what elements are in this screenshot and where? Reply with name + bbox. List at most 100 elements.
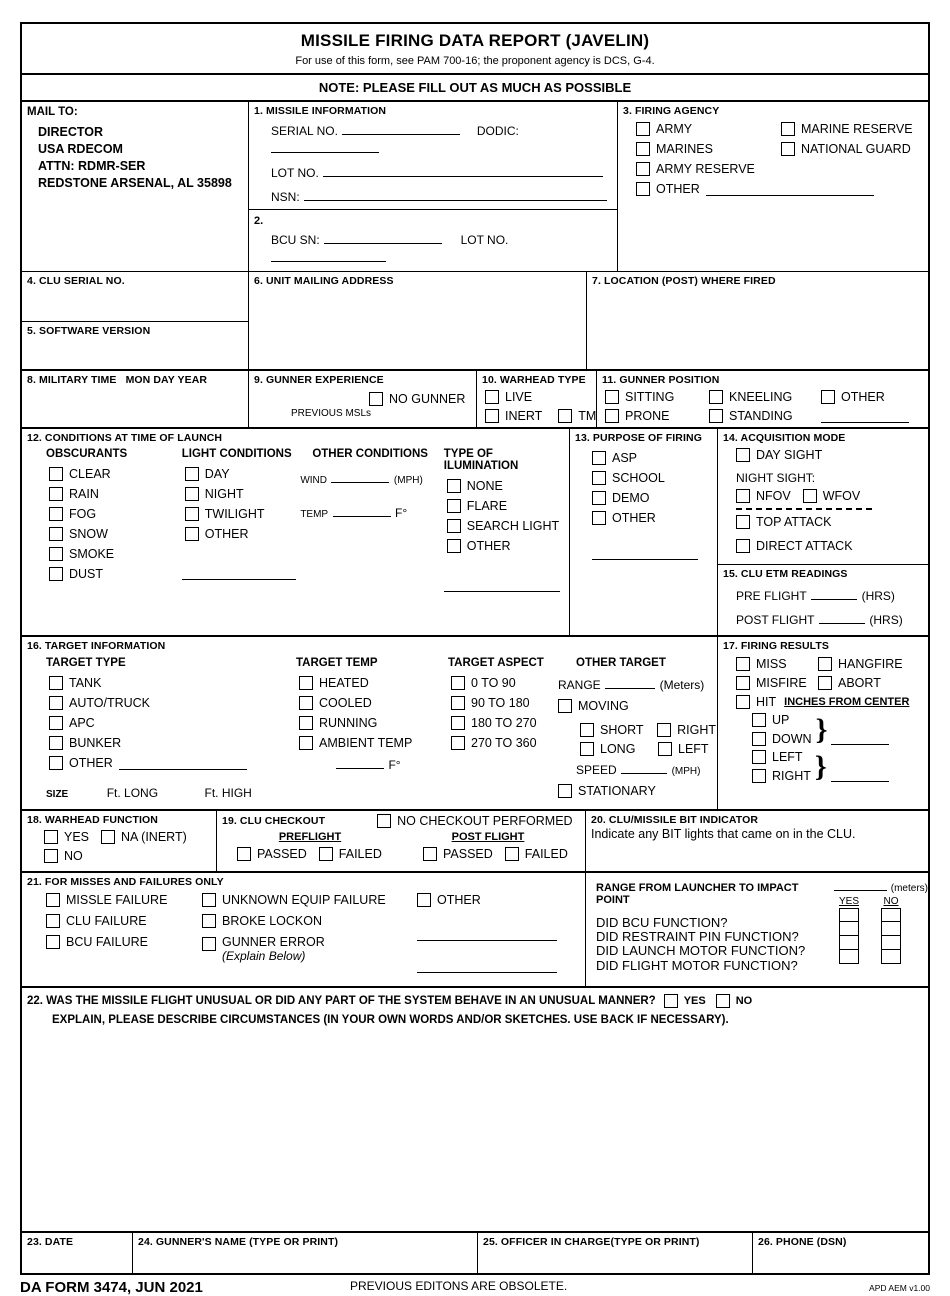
- light-other[interactable]: OTHER: [184, 527, 301, 541]
- obscurant-rain[interactable]: RAIN: [49, 487, 182, 501]
- section-5-software-version[interactable]: 5. SOFTWARE VERSION: [22, 322, 248, 369]
- checkbox-icon[interactable]: [184, 527, 199, 541]
- target-temp-input[interactable]: [336, 756, 384, 769]
- checkbox-icon[interactable]: [736, 539, 750, 553]
- light-other-input[interactable]: [181, 567, 296, 580]
- checkbox-icon[interactable]: [781, 142, 795, 156]
- checkbox-icon[interactable]: [657, 723, 672, 737]
- checkbox-icon[interactable]: [44, 849, 58, 863]
- position-other-input[interactable]: [821, 410, 909, 423]
- checkbox-icon[interactable]: [558, 784, 572, 798]
- section-4-clu-serial-no[interactable]: 4. CLU SERIAL NO.: [22, 272, 248, 322]
- checkbox-icon[interactable]: [818, 657, 832, 671]
- checkbox-icon[interactable]: [821, 390, 835, 404]
- firing-agency-army-reserve[interactable]: ARMY RESERVE: [636, 162, 928, 176]
- checkbox-icon[interactable]: [736, 695, 750, 709]
- target-other[interactable]: OTHER: [49, 756, 296, 770]
- wind-input[interactable]: [331, 470, 390, 483]
- target-apc[interactable]: APC: [49, 716, 296, 730]
- target-other-input[interactable]: [118, 757, 247, 770]
- checkbox-icon[interactable]: [592, 511, 606, 525]
- checkbox-icon[interactable]: [237, 847, 251, 861]
- failure-broke-lockon[interactable]: BROKE LOCKON: [202, 914, 417, 928]
- serial-no-input[interactable]: [342, 122, 461, 135]
- failure-clu[interactable]: CLU FAILURE: [46, 914, 202, 928]
- checkbox-icon[interactable]: [485, 409, 499, 423]
- launch-motor-yes[interactable]: [839, 936, 859, 950]
- purpose-other-input[interactable]: [592, 547, 698, 560]
- bcu-function-no[interactable]: [881, 908, 901, 922]
- checkbox-icon[interactable]: [299, 676, 313, 690]
- checkbox-icon[interactable]: [451, 696, 465, 710]
- checkbox-icon[interactable]: [446, 539, 461, 553]
- purpose-demo[interactable]: DEMO: [592, 491, 717, 505]
- checkbox-icon[interactable]: [818, 676, 832, 690]
- checkbox-icon[interactable]: [49, 716, 63, 730]
- obscurant-dust[interactable]: DUST: [49, 567, 182, 581]
- failure-gunner-error[interactable]: GUNNER ERROR (Explain Below): [202, 935, 417, 963]
- temp-running[interactable]: RUNNING: [299, 716, 448, 730]
- obscurant-smoke[interactable]: SMOKE: [49, 547, 182, 561]
- checkbox-icon[interactable]: [451, 716, 465, 730]
- checkbox-icon[interactable]: [592, 451, 606, 465]
- temp-cooled[interactable]: COOLED: [299, 696, 448, 710]
- illum-search-light[interactable]: SEARCH LIGHT: [446, 519, 569, 533]
- illum-flare[interactable]: FLARE: [446, 499, 569, 513]
- warhead-tm[interactable]: TM: [558, 409, 596, 423]
- warhead-live[interactable]: LIVE: [485, 390, 596, 404]
- checkbox-icon[interactable]: [46, 893, 60, 907]
- purpose-asp[interactable]: ASP: [592, 451, 717, 465]
- checkbox-icon[interactable]: [44, 830, 58, 844]
- checkbox-icon[interactable]: [709, 409, 723, 423]
- acq-top-attack[interactable]: TOP ATTACK: [736, 515, 831, 529]
- checkbox-icon[interactable]: [49, 547, 63, 561]
- aspect-90-180[interactable]: 90 TO 180: [451, 696, 558, 710]
- target-auto-truck[interactable]: AUTO/TRUCK: [49, 696, 296, 710]
- checkbox-icon[interactable]: [781, 122, 795, 136]
- checkbox-icon[interactable]: [369, 392, 383, 406]
- section-22-unusual-flight[interactable]: 22. WAS THE MISSILE FLIGHT UNUSUAL OR DI…: [22, 988, 928, 1233]
- warhead-fn-no[interactable]: NO: [44, 849, 83, 863]
- result-left[interactable]: LEFT: [752, 750, 811, 764]
- acq-wfov[interactable]: WFOV: [802, 489, 860, 503]
- result-miss[interactable]: MISS: [736, 657, 808, 671]
- checkbox-icon[interactable]: [736, 489, 750, 503]
- checkbox-icon[interactable]: [709, 390, 723, 404]
- checkbox-icon[interactable]: [580, 742, 594, 756]
- failure-bcu[interactable]: BCU FAILURE: [46, 935, 202, 949]
- checkbox-icon[interactable]: [202, 893, 216, 907]
- checkbox-icon[interactable]: [580, 723, 594, 737]
- checkbox-icon[interactable]: [299, 696, 313, 710]
- checkbox-icon[interactable]: [736, 448, 750, 462]
- position-sitting[interactable]: SITTING: [605, 390, 701, 404]
- range-to-impact-input[interactable]: [834, 878, 887, 891]
- checkbox-icon[interactable]: [451, 676, 465, 690]
- obscurant-snow[interactable]: SNOW: [49, 527, 182, 541]
- firing-agency-army[interactable]: ARMY: [636, 122, 781, 136]
- checkbox-icon[interactable]: [752, 732, 766, 746]
- failure-other-input-1[interactable]: [417, 928, 557, 941]
- checkbox-icon[interactable]: [377, 814, 392, 828]
- illum-other[interactable]: OTHER: [446, 539, 569, 553]
- checkbox-icon[interactable]: [49, 756, 63, 770]
- position-prone[interactable]: PRONE: [605, 409, 701, 423]
- firing-agency-other-input[interactable]: [705, 183, 874, 196]
- checkbox-icon[interactable]: [592, 491, 606, 505]
- target-tank[interactable]: TANK: [49, 676, 296, 690]
- restraint-pin-no[interactable]: [881, 922, 901, 936]
- target-bunker[interactable]: BUNKER: [49, 736, 296, 750]
- light-day[interactable]: DAY: [184, 467, 301, 481]
- checkbox-icon[interactable]: [558, 409, 573, 423]
- checkbox-icon[interactable]: [49, 467, 63, 481]
- checkbox-icon[interactable]: [417, 893, 431, 907]
- checkbox-icon[interactable]: [299, 716, 313, 730]
- target-moving[interactable]: MOVING: [558, 699, 629, 713]
- checkbox-icon[interactable]: [46, 914, 60, 928]
- checkbox-icon[interactable]: [715, 994, 730, 1008]
- checkbox-icon[interactable]: [636, 182, 650, 196]
- preflight-failed[interactable]: FAILED: [318, 847, 382, 861]
- etm-pre-flight-input[interactable]: [811, 587, 858, 600]
- checkbox-icon[interactable]: [736, 515, 750, 529]
- dodic-input[interactable]: [271, 140, 379, 153]
- preflight-passed[interactable]: PASSED: [237, 847, 307, 861]
